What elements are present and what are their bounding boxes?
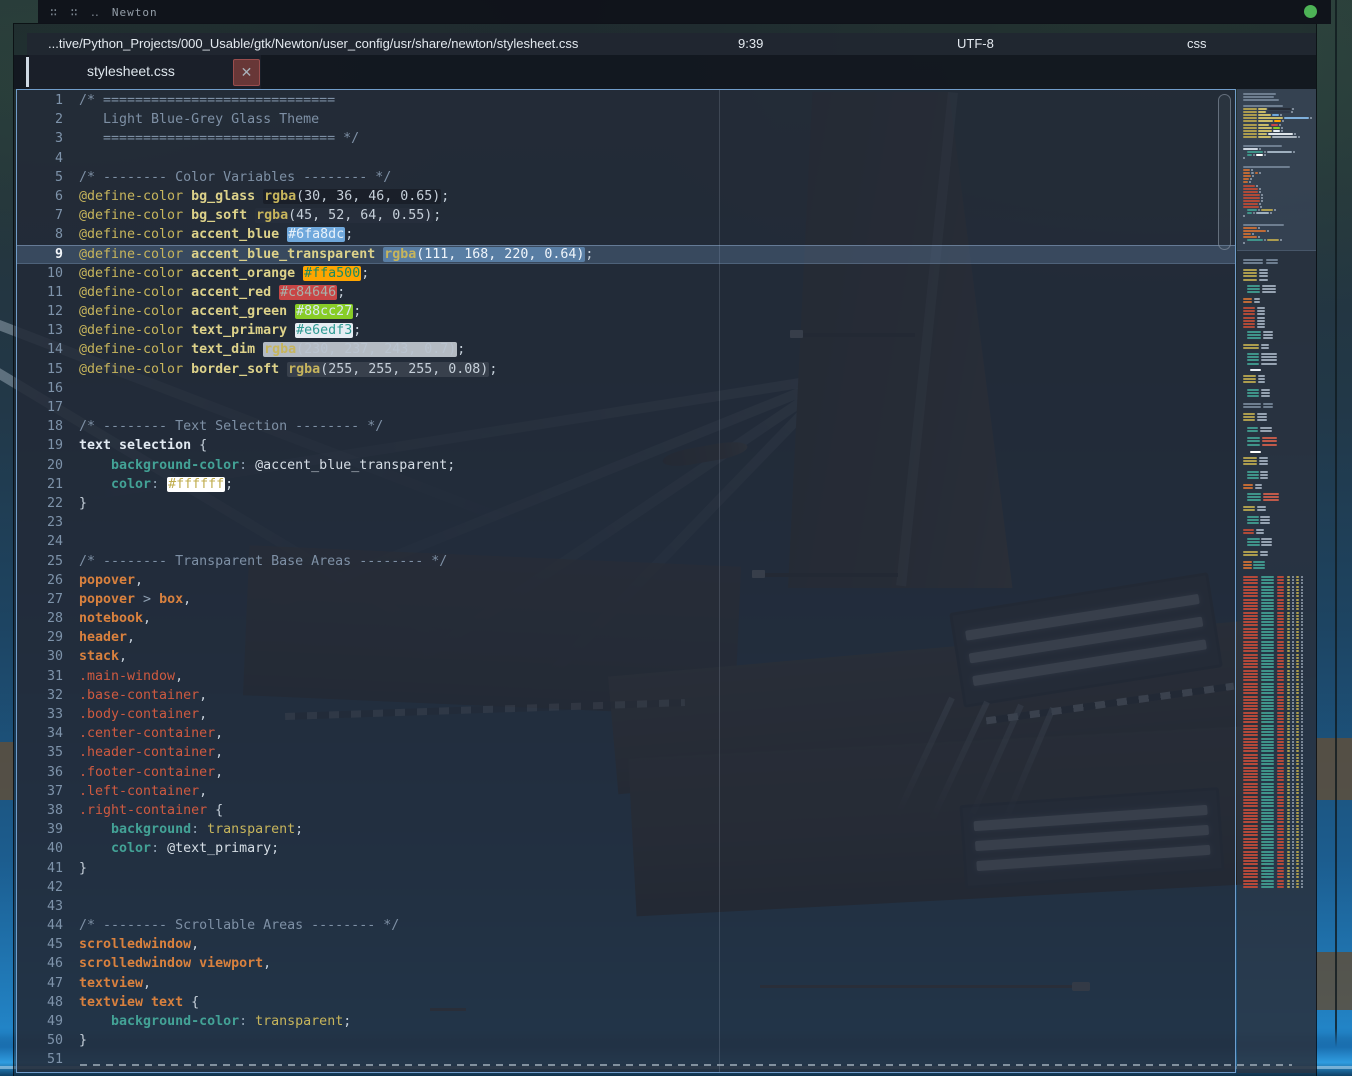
code-line: 9@define-color accent_blue_transparent r… [17,245,1235,264]
workspace-dots-icon: ∷ ∷ ‥ [50,5,102,19]
code-line: 24 [17,532,1235,551]
code-line: 1/* ============================= [17,91,1235,110]
code-editor[interactable]: 1/* =============================2 Light… [16,89,1236,1073]
code-line: 2 Light Blue-Grey Glass Theme [17,110,1235,129]
code-line: 16 [17,379,1235,398]
code-line: 29header, [17,628,1235,647]
wallpaper-cable [1335,0,1337,1076]
code-line: 4 [17,149,1235,168]
wallpaper-structure-band [1316,952,1352,1010]
code-line: 19text selection { [17,436,1235,455]
code-line: 28notebook, [17,609,1235,628]
code-line: 32.base-container, [17,686,1235,705]
code-line: 30stack, [17,647,1235,666]
code-area: 1/* =============================2 Light… [17,91,1235,1073]
code-line: 31.main-window, [17,667,1235,686]
code-line: 23 [17,513,1235,532]
screen: ∷ ∷ ‥ Newton ...tive/Python_Projects/000… [0,0,1352,1076]
code-line: 38.right-container { [17,801,1235,820]
code-line: 27popover > box, [17,590,1235,609]
code-line: 45scrolledwindow, [17,935,1235,954]
code-line: 3 ============================= */ [17,129,1235,148]
clipped-line-52-dashes [80,1064,1292,1066]
code-line: 25/* -------- Transparent Base Areas ---… [17,552,1235,571]
code-line: 42 [17,878,1235,897]
code-line: 15@define-color border_soft rgba(255, 25… [17,360,1235,379]
code-line: 33.body-container, [17,705,1235,724]
tab-bar: stylesheet.css ✕ [14,55,1316,89]
code-line: 14@define-color text_dim rgba(230, 237, … [17,340,1235,359]
code-line: 20 background-color: @accent_blue_transp… [17,456,1235,475]
code-line: 52 [17,1070,1235,1073]
code-line: 17 [17,398,1235,417]
code-line: 48textview text { [17,993,1235,1012]
status-dot-icon [1304,5,1317,18]
file-path: ...tive/Python_Projects/000_Usable/gtk/N… [48,36,578,51]
encoding-indicator: UTF-8 [957,36,994,51]
code-line: 46scrolledwindow viewport, [17,954,1235,973]
code-line: 7@define-color bg_soft rgba(45, 52, 64, … [17,206,1235,225]
code-line: 47textview, [17,974,1235,993]
code-line: 50} [17,1031,1235,1050]
code-line: 41} [17,859,1235,878]
tab-label: stylesheet.css [87,63,175,79]
code-line: 12@define-color accent_green #88cc27; [17,302,1235,321]
status-bar: ...tive/Python_Projects/000_Usable/gtk/N… [27,33,1316,55]
code-line: 39 background: transparent; [17,820,1235,839]
code-line: 5/* -------- Color Variables -------- */ [17,168,1235,187]
wallpaper-structure-band [0,742,14,800]
cursor-position: 9:39 [738,36,763,51]
code-line: 26popover, [17,571,1235,590]
window-title-bar[interactable]: ∷ ∷ ‥ Newton [38,0,1331,24]
code-line: 44/* -------- Scrollable Areas -------- … [17,916,1235,935]
minimap-panel[interactable] [1237,89,1316,1073]
code-line: 13@define-color text_primary #e6edf3; [17,321,1235,340]
code-line: 18/* -------- Text Selection -------- */ [17,417,1235,436]
tab-stylesheet-css[interactable]: stylesheet.css ✕ [29,55,261,89]
code-line: 49 background-color: transparent; [17,1012,1235,1031]
code-line: 51 [17,1050,1235,1069]
editor-window: ...tive/Python_Projects/000_Usable/gtk/N… [14,24,1316,1076]
code-line: 34.center-container, [17,724,1235,743]
code-line: 6@define-color bg_glass rgba(30, 36, 46,… [17,187,1235,206]
code-line: 8@define-color accent_blue #6fa8dc; [17,225,1235,244]
code-line: 22} [17,494,1235,513]
minimap [1240,90,1313,1072]
wallpaper-structure-band [1316,738,1352,800]
code-line: 40 color: @text_primary; [17,839,1235,858]
code-line: 11@define-color accent_red #c84646; [17,283,1235,302]
code-line: 21 color: #ffffff; [17,475,1235,494]
code-line: 10@define-color accent_orange #ffa500; [17,264,1235,283]
code-line: 35.header-container, [17,743,1235,762]
scrollbar-thumb[interactable] [1218,94,1231,250]
code-line: 36.footer-container, [17,763,1235,782]
tab-close-button[interactable]: ✕ [233,59,260,86]
code-line: 43 [17,897,1235,916]
language-indicator: css [1187,36,1207,51]
window-title: Newton [112,6,158,19]
code-line: 37.left-container, [17,782,1235,801]
